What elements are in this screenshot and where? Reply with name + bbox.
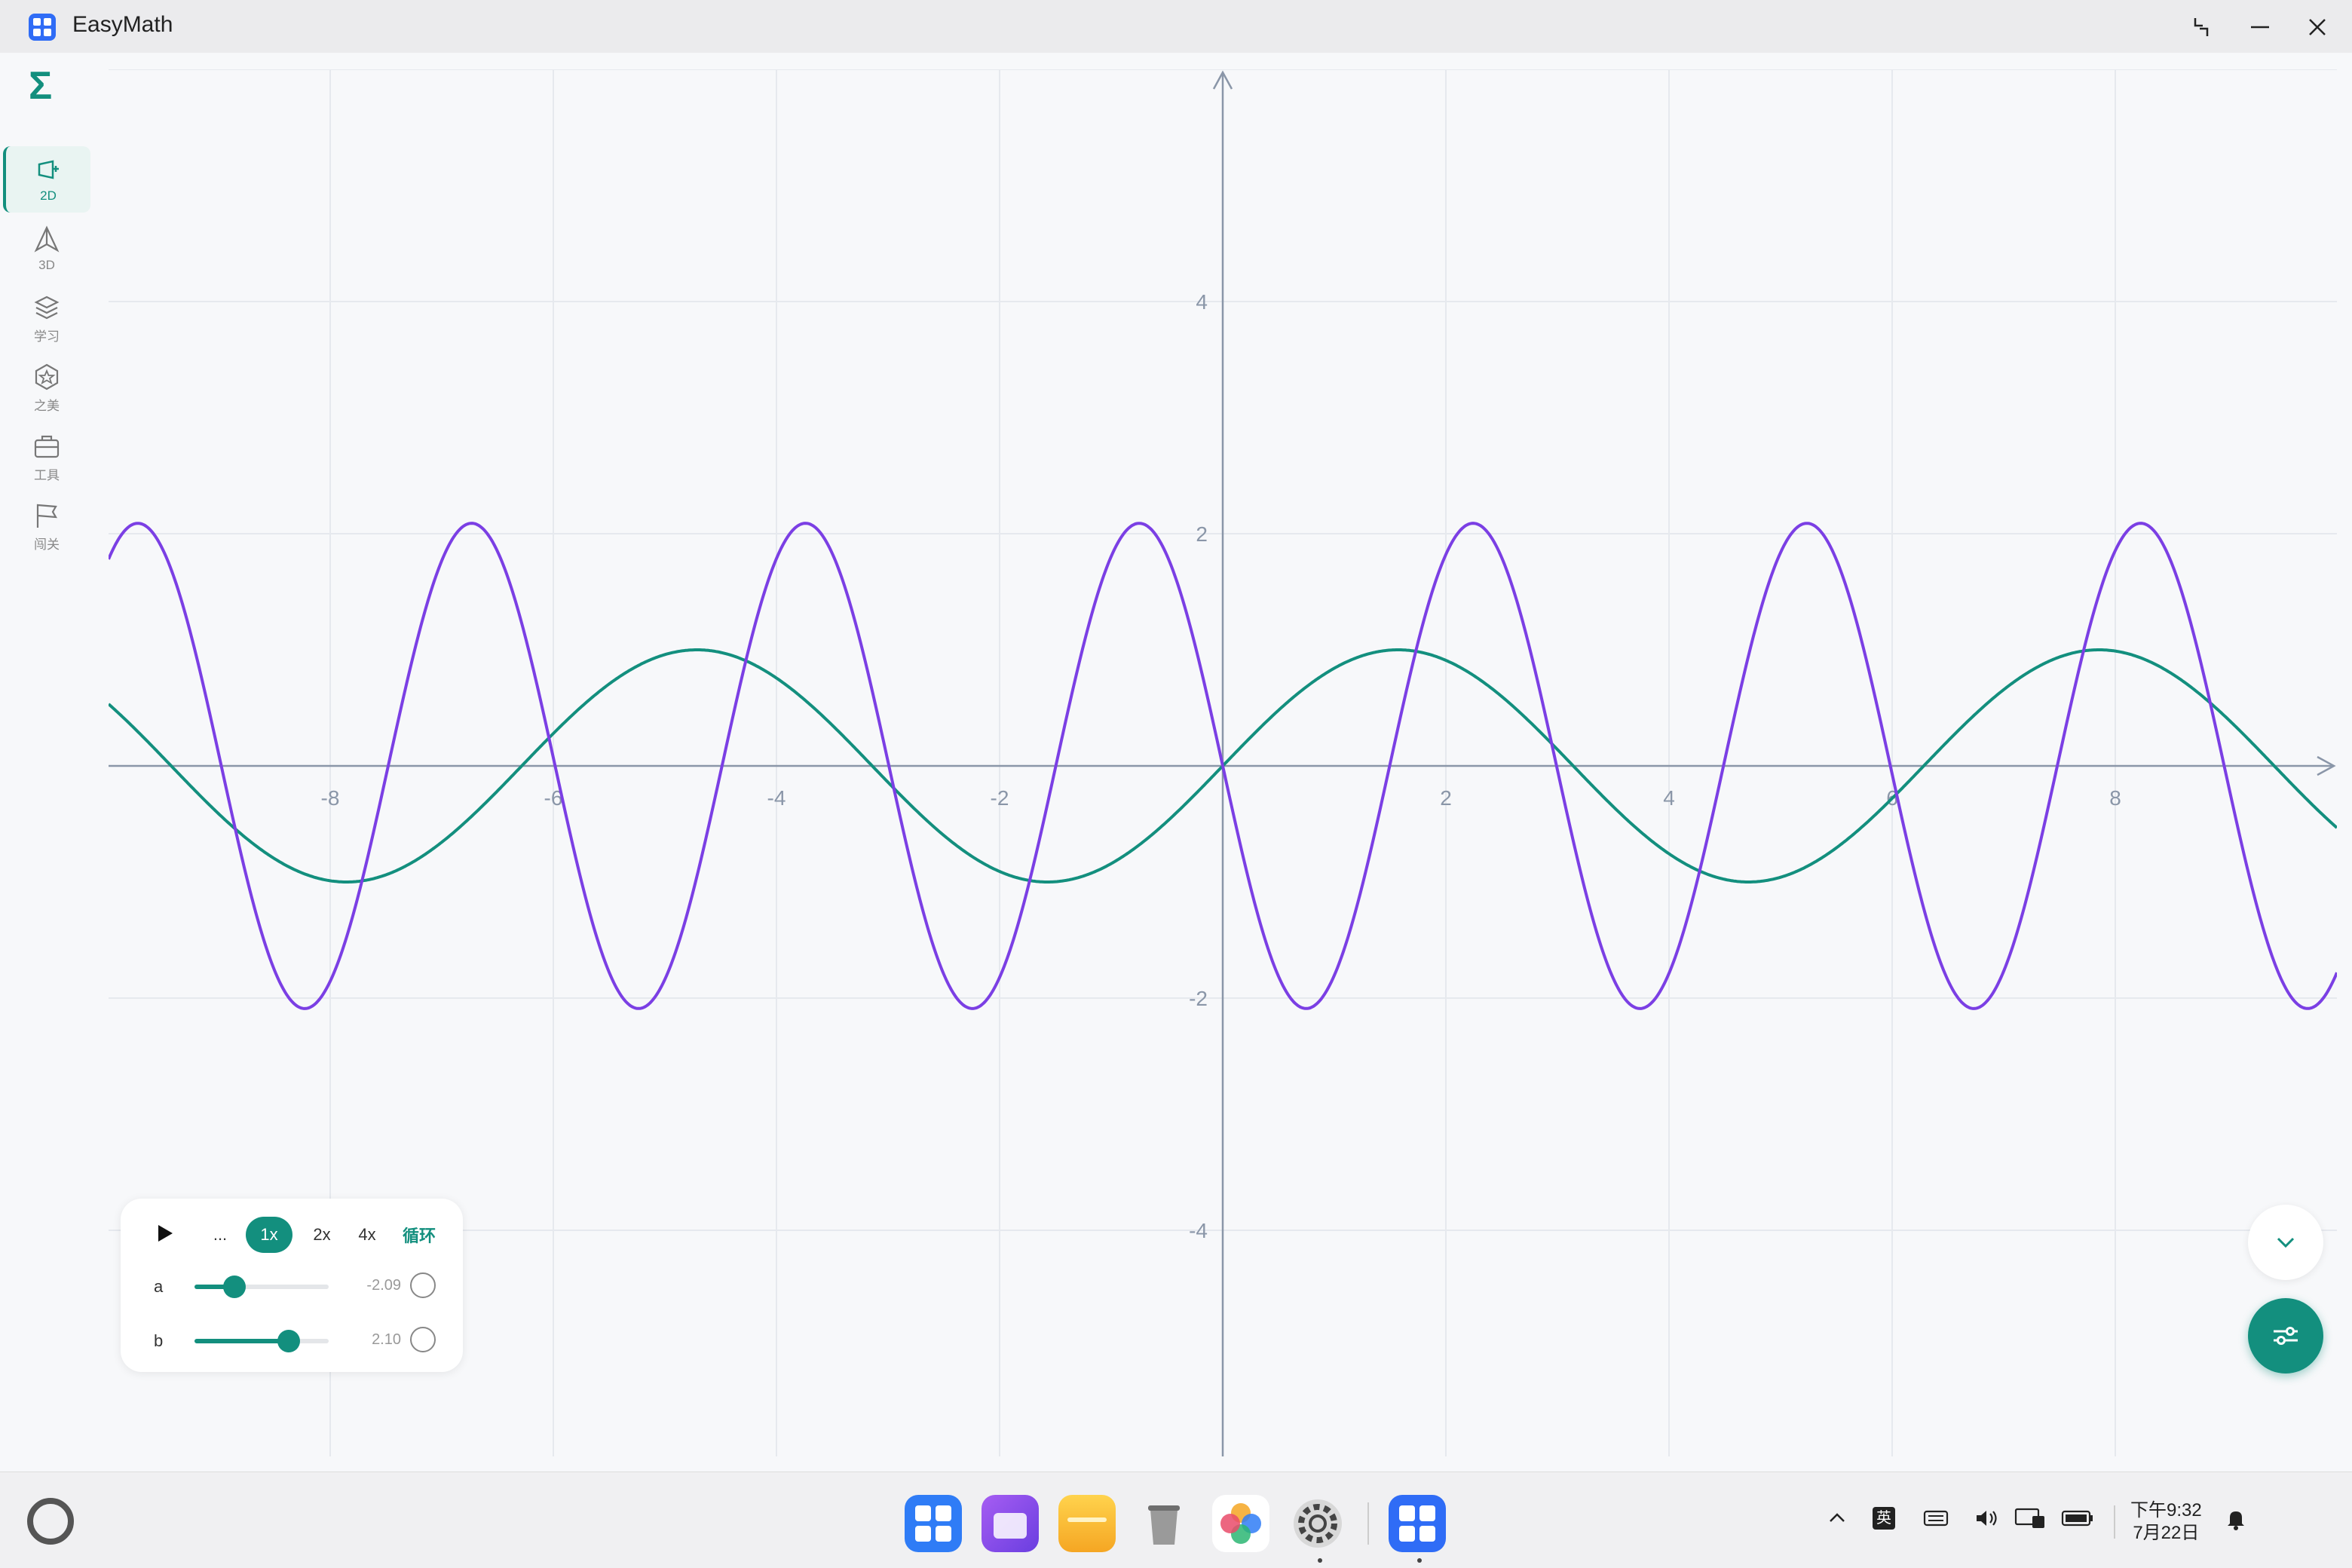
x-tick-label: -8 bbox=[321, 786, 340, 810]
x-tick-label: -2 bbox=[991, 786, 1009, 810]
multitask-app-icon[interactable] bbox=[982, 1495, 1039, 1552]
photos-app-icon[interactable] bbox=[1212, 1495, 1269, 1552]
slider-b[interactable] bbox=[194, 1330, 329, 1352]
playback-controls: ... 1x 2x 4x 循环 bbox=[121, 1214, 463, 1253]
sidebar-item-label: 学习 bbox=[34, 329, 60, 344]
slider-a[interactable] bbox=[194, 1276, 329, 1298]
notification-bell-icon[interactable] bbox=[2224, 1507, 2248, 1536]
slider-thumb[interactable] bbox=[223, 1276, 247, 1298]
y-tick-label: 2 bbox=[1196, 522, 1208, 546]
slider-fill bbox=[194, 1339, 289, 1343]
play-button[interactable] bbox=[154, 1223, 175, 1248]
sidebar-item-challenge[interactable]: 闯关 bbox=[3, 493, 90, 559]
slider-row-a: a -2.09 bbox=[121, 1268, 463, 1306]
star-hexagon-icon bbox=[35, 363, 59, 390]
x-tick-label: 2 bbox=[1440, 786, 1452, 810]
clock[interactable]: 下午9:32 7月22日 bbox=[2130, 1499, 2202, 1545]
taskbar-divider bbox=[1367, 1502, 1369, 1545]
layers-icon bbox=[34, 296, 60, 319]
speed-2x-button[interactable]: 2x bbox=[299, 1217, 345, 1253]
clock-time: 下午9:32 bbox=[2130, 1500, 2202, 1521]
2d-graph-icon bbox=[38, 160, 59, 179]
y-tick-label: -4 bbox=[1189, 1219, 1208, 1242]
tray-divider bbox=[2114, 1505, 2115, 1539]
sigma-logo-icon: Σ bbox=[29, 64, 53, 108]
x-tick-label: 4 bbox=[1663, 786, 1675, 810]
sidebar-item-3d[interactable]: 3D bbox=[3, 216, 90, 282]
sidebar: Σ 2D 3D 学习 之美 工具 闯关 bbox=[0, 53, 93, 1494]
app-launcher-icon[interactable] bbox=[905, 1495, 962, 1552]
sidebar-item-label: 3D bbox=[38, 258, 55, 272]
close-icon bbox=[2309, 19, 2326, 35]
app-icon bbox=[29, 14, 56, 41]
sidebar-item-tools[interactable]: 工具 bbox=[3, 424, 90, 490]
tray-chevron-up-icon[interactable] bbox=[1826, 1507, 1848, 1535]
chevron-down-icon bbox=[2277, 1237, 2295, 1248]
toolbox-icon bbox=[34, 435, 60, 458]
restore-button[interactable] bbox=[2185, 11, 2218, 44]
easymath-taskbar-icon[interactable] bbox=[1389, 1495, 1446, 1552]
slider-value: -2.09 bbox=[366, 1277, 401, 1294]
x-tick-label: -4 bbox=[767, 786, 786, 810]
file-manager-icon[interactable] bbox=[1058, 1495, 1116, 1552]
trash-icon[interactable] bbox=[1135, 1495, 1193, 1552]
start-button[interactable] bbox=[27, 1498, 74, 1545]
3d-pyramid-icon bbox=[34, 225, 60, 253]
animation-panel: ... 1x 2x 4x 循环 a -2.09 b 2.10 bbox=[121, 1199, 463, 1372]
speed-4x-button[interactable]: 4x bbox=[344, 1217, 390, 1253]
title-bar: EasyMath bbox=[0, 0, 2352, 53]
more-speed-button[interactable]: ... bbox=[202, 1217, 238, 1253]
taskbar: 英 下午9:32 7月22日 bbox=[0, 1472, 2352, 1568]
sidebar-item-label: 之美 bbox=[34, 398, 60, 413]
sidebar-item-learn[interactable]: 学习 bbox=[3, 285, 90, 351]
display-network-icon[interactable] bbox=[2014, 1507, 2047, 1535]
settings-gear-icon[interactable] bbox=[1289, 1495, 1346, 1552]
sidebar-item-label: 闯关 bbox=[34, 537, 60, 552]
variable-label: b bbox=[154, 1331, 164, 1350]
volume-icon[interactable] bbox=[1974, 1507, 2001, 1535]
running-indicator bbox=[1417, 1558, 1422, 1563]
minimize-icon bbox=[2251, 26, 2269, 29]
keyboard-icon[interactable] bbox=[1922, 1507, 1949, 1535]
battery-icon[interactable] bbox=[2061, 1507, 2094, 1535]
close-button[interactable] bbox=[2301, 11, 2334, 44]
sidebar-item-2d[interactable]: 2D bbox=[3, 146, 90, 213]
x-tick-label: 8 bbox=[2109, 786, 2121, 810]
slider-value: 2.10 bbox=[372, 1331, 401, 1348]
sidebar-item-label: 2D bbox=[40, 188, 57, 203]
loop-toggle[interactable]: 循环 bbox=[403, 1223, 436, 1247]
window-title: EasyMath bbox=[72, 12, 173, 37]
minimize-button[interactable] bbox=[2243, 11, 2277, 44]
restore-icon bbox=[2194, 18, 2209, 36]
speed-1x-button[interactable]: 1x bbox=[246, 1217, 292, 1253]
sidebar-item-label: 工具 bbox=[34, 467, 60, 482]
sliders-settings-icon bbox=[2274, 1327, 2298, 1345]
variable-label: a bbox=[154, 1277, 164, 1296]
running-indicator bbox=[1318, 1558, 1322, 1563]
collapse-button[interactable] bbox=[2248, 1205, 2323, 1280]
ime-indicator[interactable]: 英 bbox=[1873, 1507, 1895, 1530]
animate-a-radio[interactable] bbox=[410, 1272, 436, 1298]
slider-row-b: b 2.10 bbox=[121, 1322, 463, 1360]
sidebar-item-beauty[interactable]: 之美 bbox=[3, 354, 90, 421]
play-icon bbox=[158, 1225, 173, 1242]
slider-thumb[interactable] bbox=[277, 1330, 300, 1352]
y-tick-label: -2 bbox=[1189, 987, 1208, 1010]
clock-date: 7月22日 bbox=[2133, 1523, 2200, 1543]
flag-icon bbox=[36, 504, 57, 528]
y-tick-label: 4 bbox=[1196, 290, 1208, 314]
settings-fab-button[interactable] bbox=[2248, 1298, 2323, 1374]
animate-b-radio[interactable] bbox=[410, 1327, 436, 1352]
